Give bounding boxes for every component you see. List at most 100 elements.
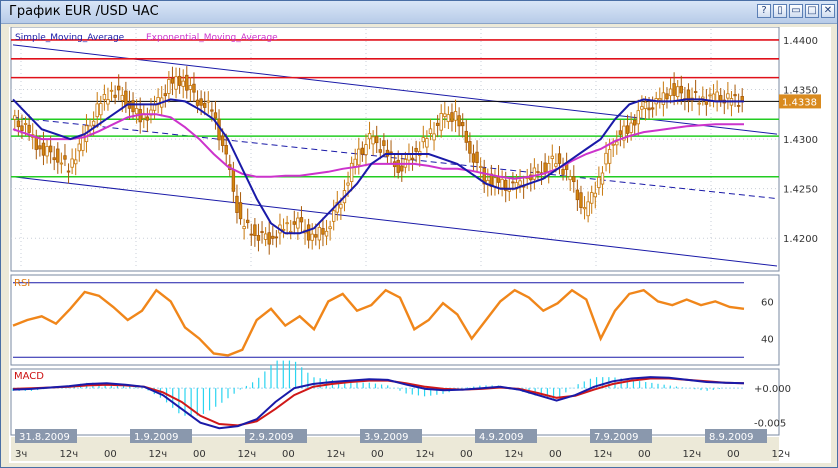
candle-body xyxy=(131,100,135,113)
minimize-button[interactable]: ▭ xyxy=(789,4,803,18)
candle-body xyxy=(468,141,472,154)
candle-body xyxy=(536,171,540,173)
rsi-tick-label: 60 xyxy=(761,297,774,308)
help-button[interactable]: ? xyxy=(757,4,771,18)
candle-body xyxy=(91,120,96,126)
candle-body xyxy=(550,155,554,159)
candle-body xyxy=(106,99,110,105)
chart-area[interactable]: 1.4400 1.4350 1.4300 1.4250 1.4200 1.4338 60 40… xyxy=(9,27,831,463)
close-button[interactable]: ✕ xyxy=(821,4,835,18)
candle-body xyxy=(260,231,264,233)
price-tick-label: 1.4200 xyxy=(783,234,818,245)
candle-body xyxy=(170,78,175,84)
candle-body xyxy=(324,230,329,237)
candle-body xyxy=(450,112,454,122)
candle-body xyxy=(253,224,257,236)
candle-body xyxy=(41,142,46,156)
window-title: График EUR /USD ЧАС xyxy=(9,4,159,19)
chart-svg[interactable]: 1.44001.43501.43001.42501.42001.43386040… xyxy=(9,27,831,463)
candle-body xyxy=(99,103,103,116)
hour-label: 00 xyxy=(638,449,651,460)
hour-label: 00 xyxy=(282,449,295,460)
candle-body xyxy=(163,93,167,97)
candle-body xyxy=(220,135,225,146)
date-label: 31.8.2009 xyxy=(19,432,70,443)
candle-body xyxy=(13,115,17,120)
hour-label: 00 xyxy=(104,449,117,460)
candle-body xyxy=(582,207,587,210)
candle-body xyxy=(124,90,128,106)
candle-body xyxy=(421,137,425,143)
candle-body xyxy=(736,105,741,107)
candle-body xyxy=(382,140,386,146)
date-label: 2.9.2009 xyxy=(249,432,294,443)
candle-body xyxy=(625,125,630,134)
candle-body xyxy=(633,119,637,126)
candle-body xyxy=(271,235,275,239)
hour-label: 12ч xyxy=(60,449,79,460)
hour-label: 12ч xyxy=(683,449,702,460)
candle-body xyxy=(367,133,372,140)
candle-body xyxy=(478,166,483,168)
candle-body xyxy=(733,94,737,97)
candle-body xyxy=(464,130,468,143)
candle-body xyxy=(56,148,60,163)
macd-tick-label: +0.000 xyxy=(754,384,791,395)
candle-body xyxy=(45,146,49,157)
candle-body xyxy=(267,232,271,245)
candle-body xyxy=(507,189,511,192)
candle-body xyxy=(70,158,74,168)
hour-label: 12ч xyxy=(505,449,524,460)
hour-label: 00 xyxy=(460,449,473,460)
candle-body xyxy=(496,176,501,183)
date-label: 3.9.2009 xyxy=(364,432,409,443)
price-panel xyxy=(10,27,780,272)
candle-body xyxy=(263,233,268,240)
candle-body xyxy=(597,177,601,188)
candle-body xyxy=(167,79,171,94)
candle-body xyxy=(461,122,465,127)
candle-body xyxy=(109,89,114,92)
candle-body xyxy=(518,180,522,186)
candle-body xyxy=(59,162,64,165)
candle-body xyxy=(435,122,440,126)
macd-title: MACD xyxy=(14,371,44,382)
candle-body xyxy=(134,107,139,115)
candle-body xyxy=(611,143,615,146)
candle-body xyxy=(371,136,375,145)
maximize-button[interactable]: □ xyxy=(805,4,819,18)
restore-button[interactable]: ▯ xyxy=(773,4,787,18)
candle-body xyxy=(647,107,651,111)
candle-body xyxy=(378,149,382,153)
candle-body xyxy=(650,107,655,110)
legend-ema: Exponential_Moving_Average xyxy=(146,33,278,43)
hour-label: 12ч xyxy=(416,449,435,460)
hour-label: 00 xyxy=(193,449,206,460)
candle-body xyxy=(665,93,669,100)
candle-body xyxy=(113,94,117,98)
candle-body xyxy=(120,94,124,101)
title-bar[interactable]: График EUR /USD ЧАС ? ▯ ▭ □ ✕ xyxy=(1,1,837,24)
candle-body xyxy=(439,113,443,131)
candle-body xyxy=(181,80,185,87)
candle-body xyxy=(475,151,479,164)
candle-body xyxy=(95,103,99,118)
candle-body xyxy=(77,143,81,152)
candle-body xyxy=(443,113,447,117)
candle-body xyxy=(238,202,243,220)
candle-body xyxy=(697,102,701,105)
date-label: 4.9.2009 xyxy=(479,432,524,443)
candle-body xyxy=(224,145,228,155)
date-label: 7.9.2009 xyxy=(594,432,639,443)
candle-body xyxy=(561,168,565,175)
candle-body xyxy=(210,109,214,112)
candle-body xyxy=(20,125,24,131)
candle-body xyxy=(557,153,562,164)
candle-body xyxy=(579,192,583,208)
candle-body xyxy=(658,98,662,101)
hour-label: 12ч xyxy=(149,449,168,460)
candle-body xyxy=(607,149,612,164)
candle-body xyxy=(235,195,239,213)
candle-body xyxy=(296,217,300,229)
rsi-title: RSI xyxy=(14,278,30,289)
